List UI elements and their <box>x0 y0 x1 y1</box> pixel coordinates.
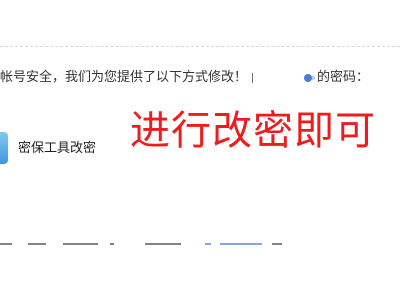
password-change-page: 帐号安全，我们为您提供了以下方式修改！ 的密码： 密保工具改密 进行改密即可 <box>0 0 400 300</box>
intro-prefix: 帐号安全，我们为您提供了以下方式修改！ <box>0 70 248 85</box>
red-annotation-text: 进行改密即可 <box>130 108 376 154</box>
intro-suffix: 的密码： <box>317 70 370 85</box>
security-tool-change-password-link[interactable]: 密保工具改密 <box>18 140 96 158</box>
blurred-footer-line <box>0 241 400 249</box>
intro-message: 帐号安全，我们为您提供了以下方式修改！ 的密码： <box>0 66 400 90</box>
masked-account-info <box>252 72 316 84</box>
top-divider <box>0 46 400 47</box>
security-tool-icon[interactable] <box>0 132 8 164</box>
